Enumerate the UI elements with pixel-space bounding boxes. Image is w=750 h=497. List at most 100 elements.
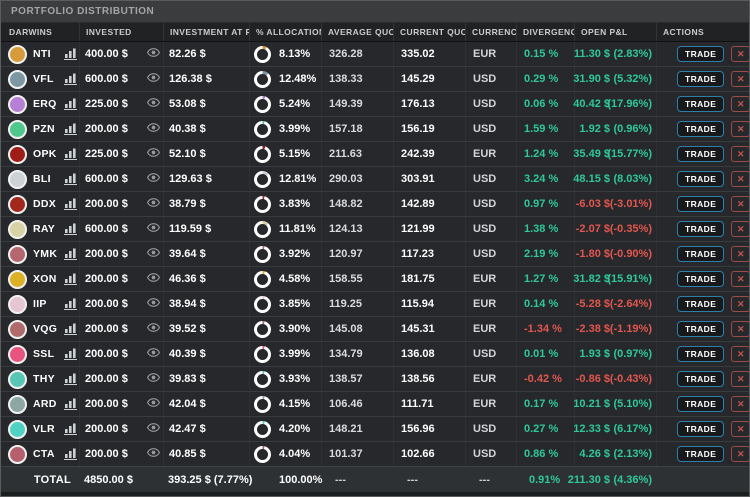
darwin-name-link[interactable]: RAY — [33, 217, 61, 241]
trade-button[interactable]: TRADE — [677, 270, 725, 288]
eye-icon[interactable] — [146, 298, 160, 310]
darwin-avatar[interactable] — [7, 169, 27, 189]
darwin-avatar[interactable] — [7, 419, 27, 439]
eye-icon[interactable] — [146, 373, 160, 385]
bar-chart-icon[interactable] — [63, 273, 77, 285]
eye-icon[interactable] — [146, 348, 160, 360]
close-icon[interactable]: ✕ — [731, 371, 749, 387]
darwin-name-link[interactable]: NTI — [33, 42, 61, 66]
eye-icon[interactable] — [146, 48, 160, 60]
trade-button[interactable]: TRADE — [677, 395, 725, 413]
darwin-avatar[interactable] — [7, 444, 27, 464]
trade-button[interactable]: TRADE — [677, 220, 725, 238]
bar-chart-icon[interactable] — [63, 223, 77, 235]
bar-chart-icon[interactable] — [63, 73, 77, 85]
darwin-name-link[interactable]: YMK — [33, 242, 61, 266]
darwin-avatar[interactable] — [7, 344, 27, 364]
bar-chart-icon[interactable] — [63, 398, 77, 410]
bar-chart-icon[interactable] — [63, 98, 77, 110]
close-icon[interactable]: ✕ — [731, 46, 749, 62]
darwin-avatar[interactable] — [7, 369, 27, 389]
darwin-avatar[interactable] — [7, 319, 27, 339]
close-icon[interactable]: ✕ — [731, 146, 749, 162]
eye-icon[interactable] — [146, 73, 160, 85]
eye-icon[interactable] — [146, 448, 160, 460]
bar-chart-icon[interactable] — [63, 448, 77, 460]
close-icon[interactable]: ✕ — [731, 346, 749, 362]
darwin-avatar[interactable] — [7, 119, 27, 139]
close-icon[interactable]: ✕ — [731, 221, 749, 237]
eye-icon[interactable] — [146, 273, 160, 285]
trade-button[interactable]: TRADE — [677, 170, 725, 188]
close-icon[interactable]: ✕ — [731, 396, 749, 412]
darwin-avatar[interactable] — [7, 394, 27, 414]
eye-icon[interactable] — [146, 223, 160, 235]
darwin-name-link[interactable]: ERQ — [33, 92, 61, 116]
bar-chart-icon[interactable] — [63, 148, 77, 160]
trade-button[interactable]: TRADE — [677, 370, 725, 388]
darwin-name-link[interactable]: VLR — [33, 417, 61, 441]
darwin-avatar[interactable] — [7, 69, 27, 89]
trade-button[interactable]: TRADE — [677, 420, 725, 438]
bar-chart-icon[interactable] — [63, 248, 77, 260]
close-icon[interactable]: ✕ — [731, 446, 749, 462]
darwin-avatar[interactable] — [7, 219, 27, 239]
eye-icon[interactable] — [146, 323, 160, 335]
trade-button[interactable]: TRADE — [677, 320, 725, 338]
bar-chart-icon[interactable] — [63, 123, 77, 135]
trade-button[interactable]: TRADE — [677, 120, 725, 138]
bar-chart-icon[interactable] — [63, 423, 77, 435]
trade-button[interactable]: TRADE — [677, 195, 725, 213]
darwin-name-link[interactable]: IIP — [33, 292, 61, 316]
bar-chart-icon[interactable] — [63, 48, 77, 60]
trade-button[interactable]: TRADE — [677, 145, 725, 163]
darwin-name-link[interactable]: VQG — [33, 317, 61, 341]
bar-chart-icon[interactable] — [63, 373, 77, 385]
close-icon[interactable]: ✕ — [731, 196, 749, 212]
close-icon[interactable]: ✕ — [731, 271, 749, 287]
darwin-name-link[interactable]: THY — [33, 367, 61, 391]
bar-chart-icon[interactable] — [63, 298, 77, 310]
darwin-name-link[interactable]: ARD — [33, 392, 61, 416]
darwin-avatar[interactable] — [7, 144, 27, 164]
darwin-name-link[interactable]: CTA — [33, 442, 61, 466]
eye-icon[interactable] — [146, 423, 160, 435]
darwin-avatar[interactable] — [7, 44, 27, 64]
close-icon[interactable]: ✕ — [731, 121, 749, 137]
close-icon[interactable]: ✕ — [731, 246, 749, 262]
darwin-avatar[interactable] — [7, 194, 27, 214]
trade-button[interactable]: TRADE — [677, 445, 725, 463]
darwin-name-link[interactable]: OPK — [33, 142, 61, 166]
close-icon[interactable]: ✕ — [731, 321, 749, 337]
darwin-avatar[interactable] — [7, 269, 27, 289]
bar-chart-icon[interactable] — [63, 173, 77, 185]
trade-button[interactable]: TRADE — [677, 245, 725, 263]
eye-icon[interactable] — [146, 248, 160, 260]
bar-chart-icon[interactable] — [63, 348, 77, 360]
close-icon[interactable]: ✕ — [731, 71, 749, 87]
darwin-avatar[interactable] — [7, 294, 27, 314]
darwin-name-link[interactable]: SSL — [33, 342, 61, 366]
close-icon[interactable]: ✕ — [731, 296, 749, 312]
darwin-avatar[interactable] — [7, 94, 27, 114]
close-icon[interactable]: ✕ — [731, 96, 749, 112]
bar-chart-icon[interactable] — [63, 323, 77, 335]
darwin-name-link[interactable]: PZN — [33, 117, 61, 141]
close-icon[interactable]: ✕ — [731, 171, 749, 187]
darwin-avatar[interactable] — [7, 244, 27, 264]
eye-icon[interactable] — [146, 123, 160, 135]
darwin-name-link[interactable]: XON — [33, 267, 61, 291]
trade-button[interactable]: TRADE — [677, 345, 725, 363]
darwin-name-link[interactable]: DDX — [33, 192, 61, 216]
eye-icon[interactable] — [146, 173, 160, 185]
trade-button[interactable]: TRADE — [677, 45, 725, 63]
bar-chart-icon[interactable] — [63, 198, 77, 210]
close-icon[interactable]: ✕ — [731, 421, 749, 437]
eye-icon[interactable] — [146, 148, 160, 160]
darwin-name-link[interactable]: BLI — [33, 167, 61, 191]
eye-icon[interactable] — [146, 98, 160, 110]
darwin-name-link[interactable]: VFL — [33, 67, 61, 91]
eye-icon[interactable] — [146, 398, 160, 410]
trade-button[interactable]: TRADE — [677, 95, 725, 113]
trade-button[interactable]: TRADE — [677, 295, 725, 313]
